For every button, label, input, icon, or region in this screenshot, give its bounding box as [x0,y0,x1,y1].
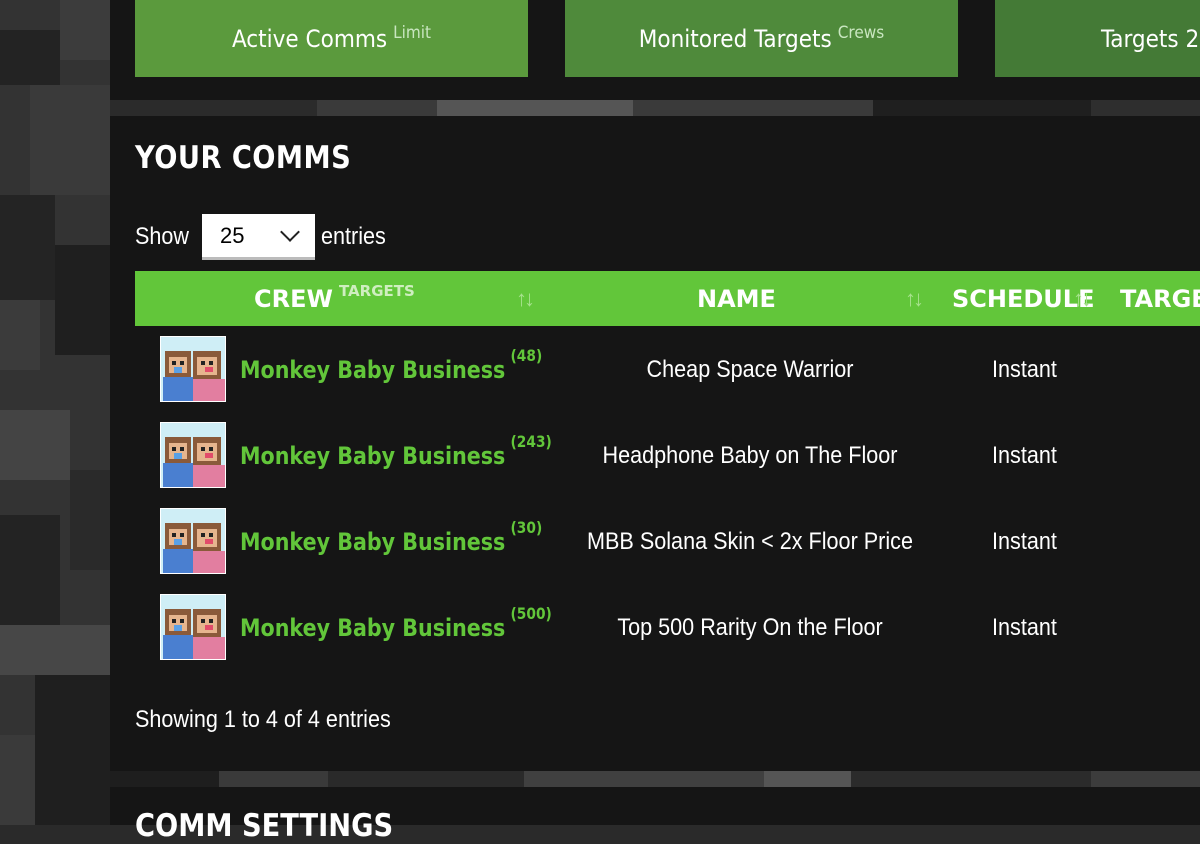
settings-title: COMM SETTINGS [135,808,394,844]
section-divider [110,100,1200,116]
crew-name: Monkey Baby Business [240,528,506,556]
avatar [160,594,226,660]
crew-target-count: (500) [510,604,552,623]
page-size-value: 25 [220,222,245,248]
crew-name: Monkey Baby Business [240,442,506,470]
comm-name: Top 500 Rarity On the Floor [617,614,883,641]
entries-label: entries [321,223,386,250]
comm-schedule: Instant [992,442,1057,469]
crew-link[interactable]: Monkey Baby Business(500) [240,604,552,642]
column-crew-label: CREW [254,284,333,313]
table-header: CREW TARGETS ↑↓ NAME ↑↓ SCHEDULE ↑↓ TARGE… [135,271,1200,326]
crew-target-count: (243) [510,432,552,451]
table-row[interactable]: Monkey Baby Business(243) Headphone Baby… [135,422,1200,508]
crew-link[interactable]: Monkey Baby Business(48) [240,346,542,384]
column-crew[interactable]: CREW TARGETS [254,271,415,326]
table-info: Showing 1 to 4 of 4 entries [135,706,391,733]
column-crew-sup: TARGETS [338,281,415,300]
column-target[interactable]: TARGET [1120,271,1200,326]
stat-card-targets-24[interactable]: Targets 24 [995,0,1200,77]
section-divider [110,771,1200,787]
crew-name: Monkey Baby Business [240,356,506,384]
stat-card-monitored-targets[interactable]: Monitored Targets Crews [565,0,958,77]
stat-label: Active Comms [231,24,388,53]
comm-name: MBB Solana Skin < 2x Floor Price [587,528,913,555]
sort-arrows-icon[interactable]: ↑↓ [516,271,535,326]
column-name-label: NAME [697,284,776,313]
crew-link[interactable]: Monkey Baby Business(30) [240,518,542,556]
crew-name: Monkey Baby Business [240,614,506,642]
sort-arrows-icon[interactable]: ↑↓ [905,271,924,326]
sort-arrows-icon[interactable]: ↑↓ [1073,271,1092,326]
page-size-control: Show 25 entries [135,214,393,260]
stat-card-active-comms[interactable]: Active Comms Limit [135,0,528,77]
comm-name: Cheap Space Warrior [646,356,854,383]
stat-sup: Crews [837,22,885,43]
crew-target-count: (30) [510,518,543,537]
comm-schedule: Instant [992,614,1057,641]
comms-title: YOUR COMMS [135,140,352,176]
crew-link[interactable]: Monkey Baby Business(243) [240,432,552,470]
table-row[interactable]: Monkey Baby Business(500) Top 500 Rarity… [135,594,1200,680]
comm-name: Headphone Baby on The Floor [602,442,898,469]
stat-label: Targets 24 [1101,24,1200,53]
avatar [160,336,226,402]
stat-label: Monitored Targets [638,24,832,53]
avatar [160,422,226,488]
stat-sup: Limit [393,22,432,43]
table-row[interactable]: Monkey Baby Business(30) MBB Solana Skin… [135,508,1200,594]
column-target-label: TARGET [1120,284,1200,313]
crew-target-count: (48) [510,346,543,365]
page-size-select[interactable]: 25 [202,214,316,260]
comm-schedule: Instant [992,528,1057,555]
chevron-down-icon [280,221,300,242]
show-label: Show [135,223,190,250]
avatar [160,508,226,574]
table-row[interactable]: Monkey Baby Business(48) Cheap Space War… [135,336,1200,422]
comm-schedule: Instant [992,356,1057,383]
column-name[interactable]: NAME [697,271,776,326]
